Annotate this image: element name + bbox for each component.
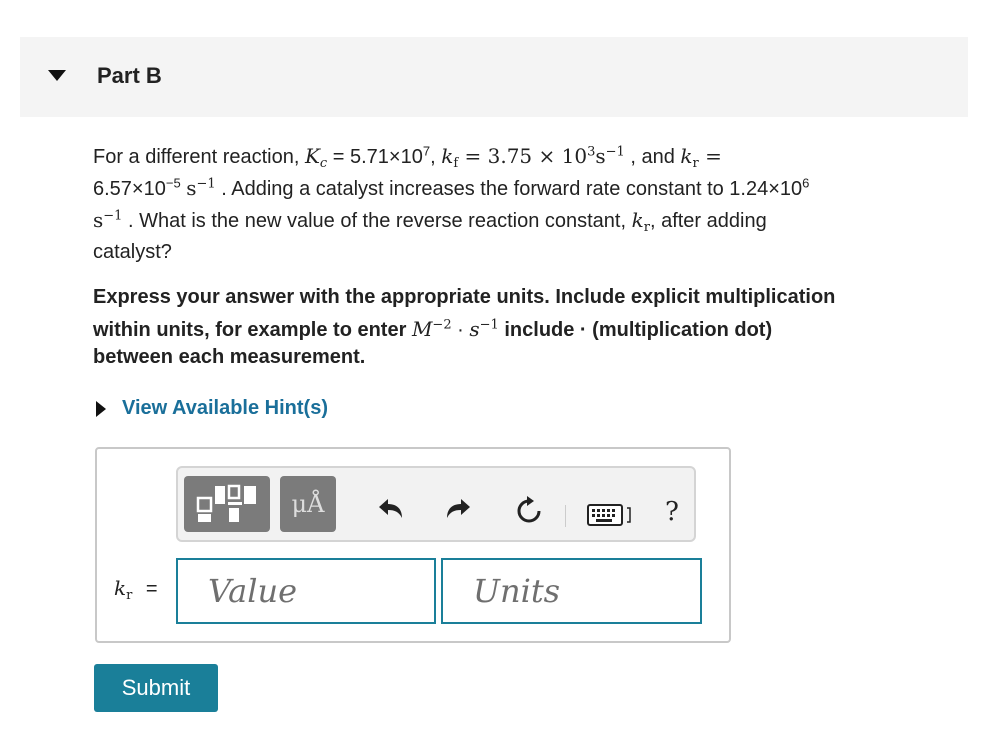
units-mu-angstrom-icon: μÅ bbox=[291, 490, 325, 518]
question-line-2: 6.57×10−5 s−1 . Adding a catalyst increa… bbox=[93, 175, 810, 200]
undo-icon[interactable] bbox=[375, 496, 405, 522]
question-line-3: s−1 . What is the new value of the rever… bbox=[93, 208, 767, 235]
redo-icon[interactable] bbox=[444, 496, 474, 522]
units-field[interactable] bbox=[441, 558, 702, 624]
units-input[interactable] bbox=[443, 560, 700, 622]
hint-expand-triangle-icon[interactable] bbox=[96, 401, 106, 417]
keyboard-icon[interactable] bbox=[587, 503, 633, 527]
toolbar-divider bbox=[565, 505, 566, 527]
submit-button[interactable]: Submit bbox=[94, 664, 218, 712]
collapse-triangle-icon[interactable] bbox=[48, 70, 66, 81]
part-header[interactable] bbox=[20, 37, 968, 117]
templates-icon bbox=[196, 484, 256, 522]
question-line-4: catalyst? bbox=[93, 241, 172, 263]
view-hints-link[interactable]: View Available Hint(s) bbox=[122, 397, 328, 420]
templates-button[interactable] bbox=[184, 476, 270, 532]
answer-variable-label: kr = bbox=[114, 576, 158, 603]
part-title: Part B bbox=[97, 63, 162, 88]
units-button[interactable]: μÅ bbox=[280, 476, 336, 532]
instructions-line-1: Express your answer with the appropriate… bbox=[93, 286, 836, 308]
instructions-line-3: between each measurement. bbox=[93, 346, 366, 368]
help-icon[interactable]: ? bbox=[665, 497, 679, 527]
value-field[interactable] bbox=[176, 558, 436, 624]
reset-icon[interactable] bbox=[514, 496, 544, 526]
value-input[interactable] bbox=[178, 560, 434, 622]
